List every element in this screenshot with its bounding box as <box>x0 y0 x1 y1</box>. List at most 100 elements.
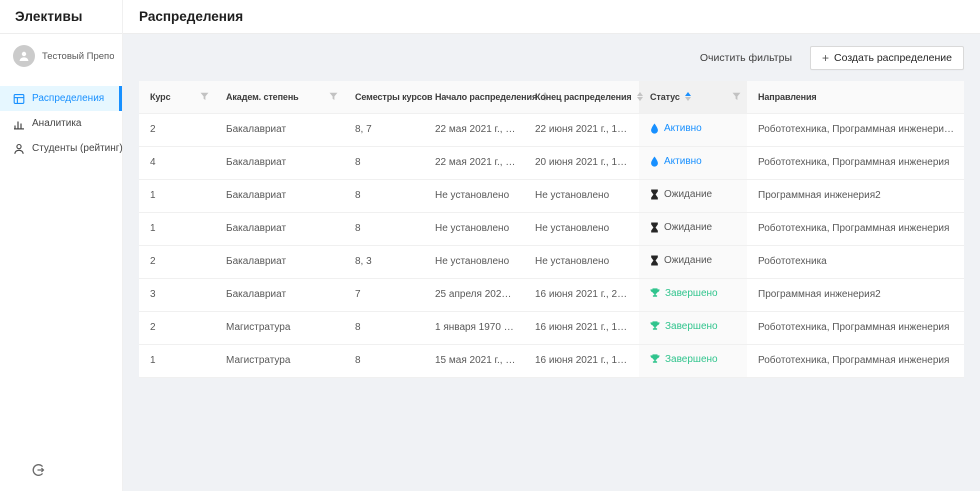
cell-semesters: 8 <box>344 311 424 344</box>
droplet-icon <box>650 156 659 167</box>
table-row[interactable]: 2 Бакалавриат 8, 3 Не установлено Не уст… <box>139 245 964 278</box>
cell-status: Завершено <box>639 344 747 377</box>
cell-course: 4 <box>139 146 215 179</box>
hourglass-icon <box>650 189 659 200</box>
cell-start: 15 мая 2021 г., 10:46 <box>424 344 524 377</box>
status-label: Завершено <box>665 288 718 299</box>
status-badge: Завершено <box>650 288 718 299</box>
logout-button[interactable] <box>31 463 45 477</box>
table-row[interactable]: 1 Бакалавриат 8 Не установлено Не устано… <box>139 179 964 212</box>
status-badge: Ожидание <box>650 222 712 233</box>
cell-course: 2 <box>139 113 215 146</box>
sidebar: Элективы Тестовый Препод. Распределения … <box>0 0 123 491</box>
status-badge: Ожидание <box>650 189 712 200</box>
table-row[interactable]: 2 Магистратура 8 1 января 1970 г., 3:00 … <box>139 311 964 344</box>
logout-icon <box>31 463 45 477</box>
filter-icon[interactable] <box>732 92 741 101</box>
table-header-row: Курс Академ. степень Семестры курсов <box>139 81 964 113</box>
sidebar-menu: Распределения Аналитика Студенты (рейтин… <box>0 86 122 161</box>
cell-end: 16 июня 2021 г., 22:07 <box>524 278 639 311</box>
column-header-end[interactable]: Конец распределения <box>524 81 639 113</box>
droplet-icon <box>650 123 659 134</box>
avatar <box>13 45 35 67</box>
cell-course: 1 <box>139 344 215 377</box>
cell-status: Завершено <box>639 278 747 311</box>
cell-semesters: 8 <box>344 146 424 179</box>
cell-status: Ожидание <box>639 212 747 245</box>
cell-degree: Бакалавриат <box>215 245 344 278</box>
column-header-status[interactable]: Статус <box>639 81 747 113</box>
cell-start: 1 января 1970 г., 3:00 <box>424 311 524 344</box>
cell-end: Не установлено <box>524 212 639 245</box>
create-distribution-button[interactable]: + Создать распределение <box>810 46 964 70</box>
toolbar: Очистить фильтры + Создать распределение <box>139 46 964 70</box>
status-label: Ожидание <box>664 222 712 233</box>
status-badge: Активно <box>650 156 702 167</box>
column-header-directions: Направления <box>747 81 964 113</box>
table-row[interactable]: 2 Бакалавриат 8, 7 22 мая 2021 г., 0:20 … <box>139 113 964 146</box>
cell-degree: Бакалавриат <box>215 113 344 146</box>
cell-status: Активно <box>639 113 747 146</box>
content: Очистить фильтры + Создать распределение… <box>123 34 980 491</box>
cell-end: 20 июня 2021 г., 16:18 <box>524 146 639 179</box>
person-icon <box>18 50 30 62</box>
sidebar-item-analytics[interactable]: Аналитика <box>0 111 122 136</box>
column-header-semesters: Семестры курсов <box>344 81 424 113</box>
cell-start: Не установлено <box>424 212 524 245</box>
cell-directions: Программная инженерия2 <box>747 179 964 212</box>
cell-end: Не установлено <box>524 245 639 278</box>
cell-degree: Бакалавриат <box>215 212 344 245</box>
cell-course: 1 <box>139 179 215 212</box>
page-title: Распределения <box>139 9 243 24</box>
cell-start: 22 мая 2021 г., 0:20 <box>424 113 524 146</box>
column-header-start[interactable]: Начало распределения <box>424 81 524 113</box>
sidebar-item-students-rating[interactable]: Студенты (рейтинг) <box>0 136 122 161</box>
status-label: Активно <box>664 156 702 167</box>
sidebar-item-label: Студенты (рейтинг) <box>32 143 123 154</box>
cell-directions: Программная инженерия2 <box>747 278 964 311</box>
cell-end: 16 июня 2021 г., 15:27 <box>524 344 639 377</box>
cell-directions: Робототехника, Программная инженерия <box>747 212 964 245</box>
sidebar-header: Элективы <box>0 0 122 34</box>
bar-chart-icon <box>13 118 25 130</box>
cell-degree: Бакалавриат <box>215 179 344 212</box>
cell-directions: Робототехника, Программная инженерия <box>747 344 964 377</box>
cell-semesters: 8 <box>344 212 424 245</box>
filter-icon[interactable] <box>329 92 338 101</box>
cell-semesters: 8 <box>344 344 424 377</box>
cell-course: 2 <box>139 245 215 278</box>
filter-icon[interactable] <box>200 92 209 101</box>
cell-semesters: 7 <box>344 278 424 311</box>
table-row[interactable]: 4 Бакалавриат 8 22 мая 2021 г., 14:21 20… <box>139 146 964 179</box>
cell-directions: Робототехника, Программная инженерия <box>747 146 964 179</box>
cell-status: Ожидание <box>639 179 747 212</box>
trophy-icon <box>650 321 660 331</box>
sidebar-item-distributions[interactable]: Распределения <box>0 86 122 111</box>
app-window: Элективы Тестовый Препод. Распределения … <box>0 0 980 491</box>
page-header: Распределения <box>123 0 980 34</box>
cell-start: 25 апреля 2021 г., 12:37 <box>424 278 524 311</box>
cell-course: 1 <box>139 212 215 245</box>
app-title: Элективы <box>15 9 82 24</box>
cell-start: 22 мая 2021 г., 14:21 <box>424 146 524 179</box>
column-header-course[interactable]: Курс <box>139 81 215 113</box>
cell-course: 2 <box>139 311 215 344</box>
status-badge: Активно <box>650 123 702 134</box>
column-header-degree[interactable]: Академ. степень <box>215 81 344 113</box>
cell-degree: Бакалавриат <box>215 278 344 311</box>
clear-filters-button[interactable]: Очистить фильтры <box>700 52 792 64</box>
cell-directions: Робототехника, Программная инженерия, Пр… <box>747 113 964 146</box>
table-row[interactable]: 3 Бакалавриат 7 25 апреля 2021 г., 12:37… <box>139 278 964 311</box>
trophy-icon <box>650 288 660 298</box>
user-icon <box>13 143 25 155</box>
table-row[interactable]: 1 Бакалавриат 8 Не установлено Не устано… <box>139 212 964 245</box>
table-row[interactable]: 1 Магистратура 8 15 мая 2021 г., 10:46 1… <box>139 344 964 377</box>
status-badge: Завершено <box>650 354 718 365</box>
status-label: Завершено <box>665 354 718 365</box>
cell-semesters: 8 <box>344 179 424 212</box>
status-badge: Ожидание <box>650 255 712 266</box>
sidebar-item-label: Распределения <box>32 93 104 104</box>
cell-degree: Бакалавриат <box>215 146 344 179</box>
distributions-table: Курс Академ. степень Семестры курсов <box>139 81 964 378</box>
user-profile: Тестовый Препод. <box>0 34 122 76</box>
